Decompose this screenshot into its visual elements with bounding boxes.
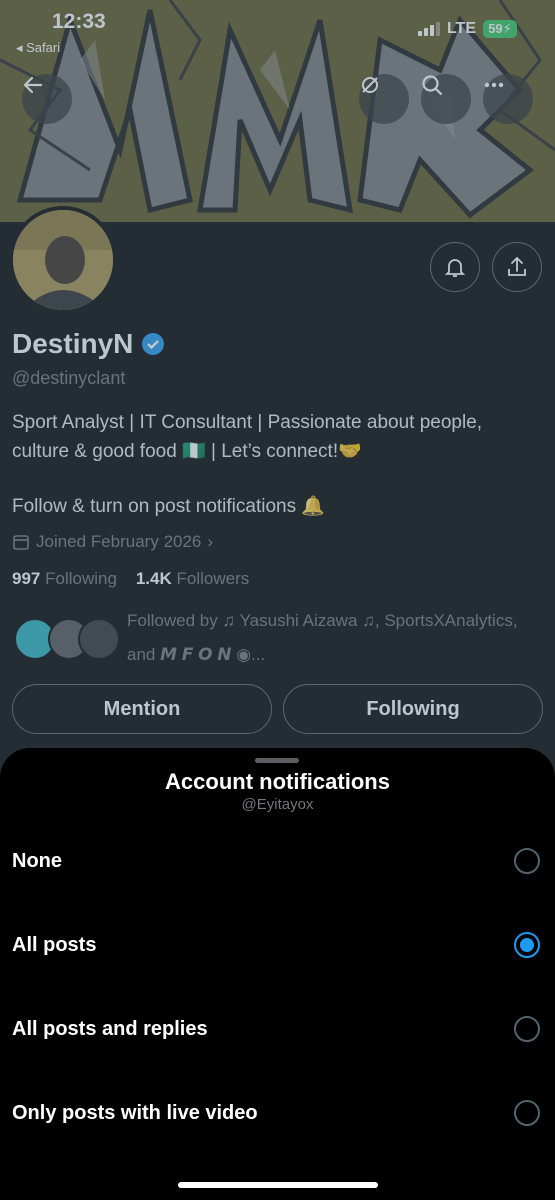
option-none[interactable]: None — [0, 819, 555, 903]
radio-unchecked-icon[interactable] — [514, 1016, 540, 1042]
account-notifications-sheet: Account notifications @Eyitayox None All… — [0, 748, 555, 1200]
option-all-posts[interactable]: All posts — [0, 903, 555, 987]
sheet-subtitle: @Eyitayox — [241, 796, 314, 813]
option-label: All posts and replies — [12, 1018, 208, 1040]
radio-checked-icon[interactable] — [514, 932, 540, 958]
option-label: None — [12, 850, 62, 872]
sheet-grabber[interactable] — [255, 758, 299, 763]
radio-unchecked-icon[interactable] — [514, 848, 540, 874]
option-label: All posts — [12, 934, 97, 956]
radio-unchecked-icon[interactable] — [514, 1100, 540, 1126]
sheet-title: Account notifications — [165, 769, 390, 794]
home-indicator[interactable] — [178, 1182, 378, 1188]
option-all-posts-and-replies[interactable]: All posts and replies — [0, 987, 555, 1071]
option-live-video[interactable]: Only posts with live video — [0, 1071, 555, 1155]
option-label: Only posts with live video — [12, 1102, 258, 1124]
